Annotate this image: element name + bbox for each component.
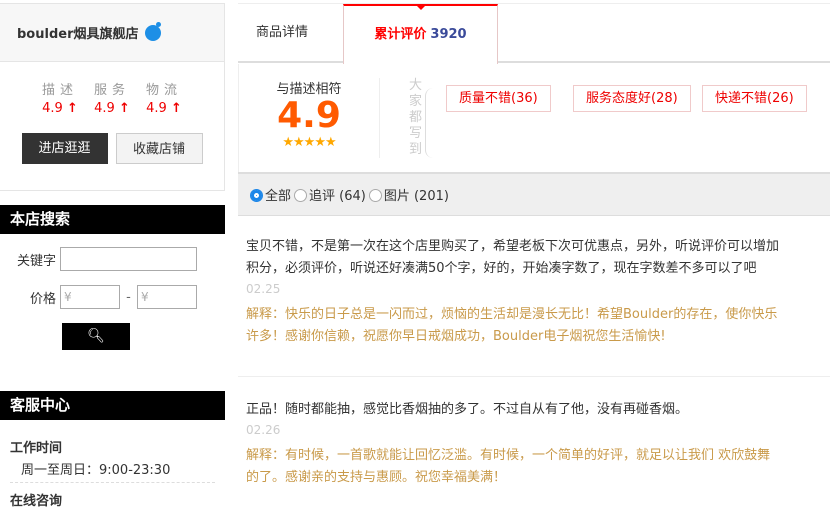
review-count: 3920 [430, 27, 467, 42]
consult-title: 在线咨询 [10, 494, 63, 509]
arrow-up-icon: ↑ [170, 101, 182, 116]
keyword-input[interactable] [60, 247, 197, 271]
seller-reply: 许多！感谢你信赖，祝愿你早日戒烟成功，Boulder电子烟祝您生活愉快! [246, 329, 666, 344]
customer-service-title: 客服中心 [0, 391, 225, 420]
tag-quality[interactable]: 质量不错(36) [446, 85, 551, 112]
seller-reply: 的了。感谢亲的支持与惠顾。祝您幸福美满！ [246, 470, 507, 485]
tag-service[interactable]: 服务态度好(28) [573, 85, 691, 112]
review-content: 宝贝不错，不是第一次在这个店里购买了，希望老板下次可优惠点，另外，听说评价可以增… [246, 239, 780, 254]
review-item: 宝贝不错，不是第一次在这个店里购买了，希望老板下次可优惠点，另外，听说评价可以增… [246, 236, 830, 348]
filter-all[interactable]: 全部 [250, 185, 291, 204]
price-label: 价格 [29, 291, 56, 307]
seller-reply: 解释：快乐的日子总是一闪而过，烦恼的生活却是漫长无比！希望Boulder的存在，… [246, 307, 778, 322]
rating-description: 描述 4.9 ↑ [41, 83, 78, 116]
review-item: 正品！随时都能抽，感觉比香烟抽的多了。不过自从有了他，没有再碰香烟。 02.26… [246, 399, 830, 489]
divider [10, 482, 215, 483]
keyword-row: 关键字 [0, 247, 225, 271]
review-filter-bar: 全部 追评 (64) 图片 (201) [238, 172, 830, 216]
tag-delivery[interactable]: 快递不错(26) [702, 85, 807, 112]
seller-reply: 解释：有时候，一首歌就能让回忆泛滥。有时候，一个简单的好评，就足以让我们 欢欣鼓… [246, 448, 771, 463]
tab-product-details[interactable]: 商品详情 [256, 4, 308, 62]
store-card: boulder烟具旗舰店 描述 4.9 ↑ 服务 4.9 ↑ 物流 4.9 ↑ 进店逛… [0, 3, 225, 191]
radio-icon [368, 189, 382, 202]
filter-followup[interactable]: 追评 (64) [294, 185, 366, 204]
review-date: 02.26 [246, 423, 281, 437]
review-summary: 与描述相符 4.9 ★★★★★ 大家都写到 质量不错(36) 服务态度好(28)… [238, 64, 830, 172]
favorite-store-button[interactable]: 收藏店铺 [115, 133, 203, 164]
hours-title: 工作时间 [10, 441, 63, 456]
store-name[interactable]: boulder烟具旗舰店 [17, 23, 138, 42]
enter-store-button[interactable]: 进店逛逛 [21, 133, 108, 164]
store-search-title: 本店搜索 [0, 205, 225, 234]
filter-images[interactable]: 图片 (201) [368, 185, 449, 204]
radio-icon [294, 189, 308, 202]
hours-value: 周一至周日：9:00-23:30 [21, 463, 171, 478]
divider [238, 376, 830, 377]
search-button[interactable]: 🔍︎ [62, 323, 130, 350]
arrow-up-icon: ↑ [66, 101, 78, 116]
arrow-up-icon: ↑ [118, 101, 130, 116]
price-row: 价格 ¥ - ¥ [0, 285, 225, 309]
score-value: 4.9 [277, 95, 341, 136]
match-score: 与描述相符 4.9 ★★★★★ [259, 78, 359, 150]
rating-service: 服务 4.9 ↑ [93, 83, 130, 116]
review-date: 02.25 [246, 282, 281, 296]
divider [379, 78, 380, 158]
radio-checked-icon [250, 189, 263, 202]
price-min-input[interactable]: ¥ [60, 285, 120, 309]
price-dash: - [126, 289, 131, 305]
brace-icon [425, 88, 433, 158]
rating-logistics: 物流 4.9 ↑ [146, 83, 183, 116]
tab-bar: 商品详情 累计评价 3920 [238, 3, 830, 64]
keyword-label: 关键字 [16, 253, 56, 269]
search-icon: 🔍︎ [87, 328, 105, 344]
price-max-input[interactable]: ¥ [137, 285, 197, 309]
everyone-says-label: 大家都写到 [409, 78, 423, 157]
review-content: 正品！随时都能抽，感觉比香烟抽的多了。不过自从有了他，没有再碰香烟。 [246, 402, 689, 417]
tab-reviews[interactable]: 累计评价 3920 [343, 4, 498, 64]
chat-icon[interactable] [145, 21, 162, 41]
review-content: 积分，必须评价，听说还好凑满50个字，好的，开始凑字数了，现在字数差不多可以了吧 [246, 261, 757, 276]
star-rating: ★★★★★ [282, 135, 336, 150]
store-header: boulder烟具旗舰店 [0, 4, 224, 62]
